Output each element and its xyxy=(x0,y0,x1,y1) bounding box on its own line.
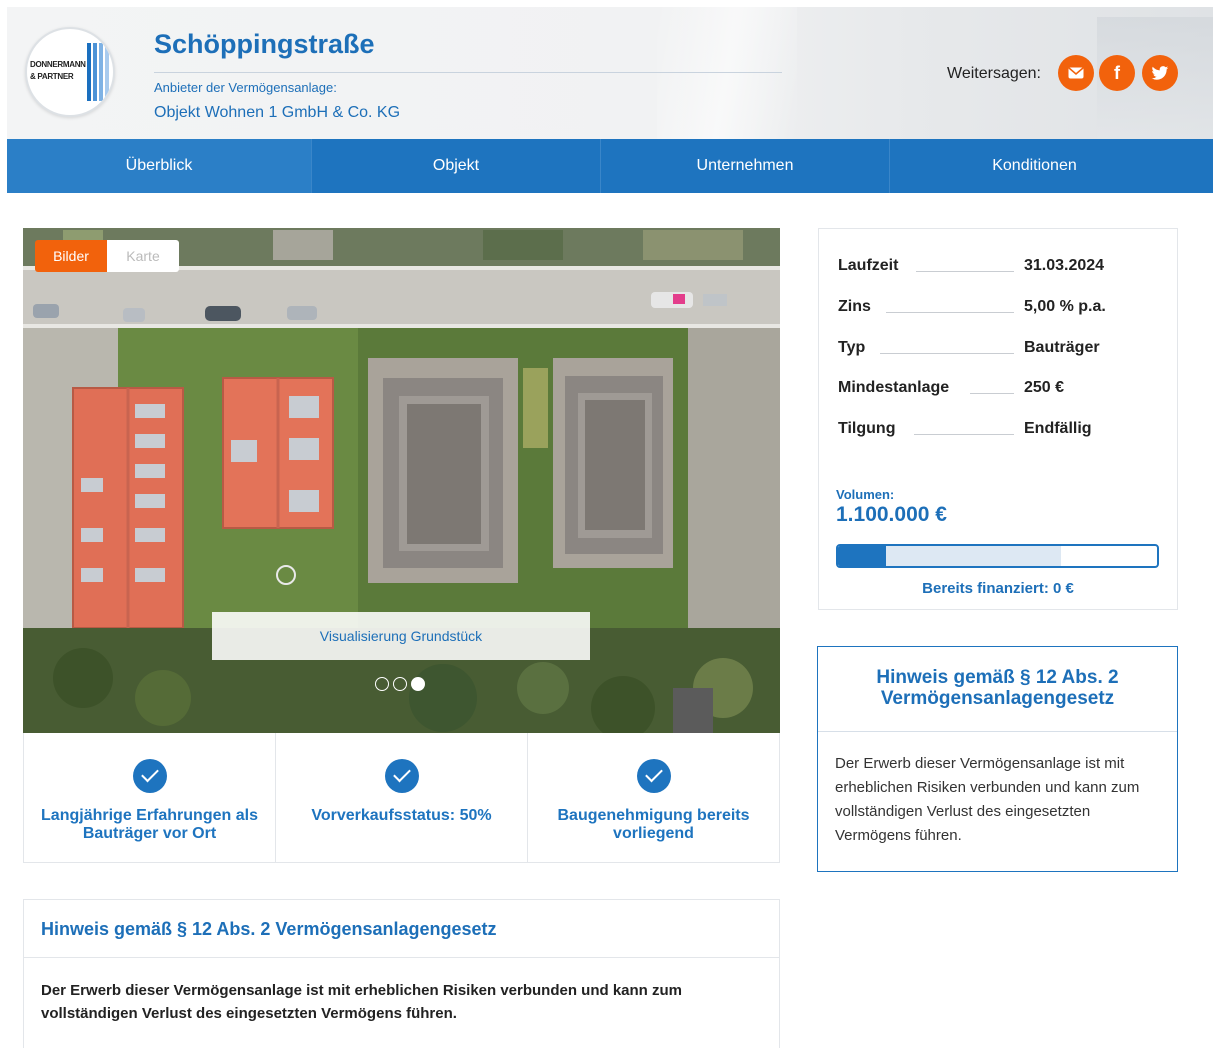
feature-item: Langjährige Erfahrungen als Bauträger vo… xyxy=(24,733,276,862)
feature-item: Baugenehmigung bereits vorliegend xyxy=(528,733,779,862)
tab-karte[interactable]: Karte xyxy=(107,240,179,272)
slide-indicators xyxy=(375,677,425,691)
company-logo[interactable]: DONNERMANN & PARTNER xyxy=(25,27,115,117)
term-value: 31.03.2024 xyxy=(1024,257,1105,274)
volume-value: 1.100.000 € xyxy=(836,503,947,526)
term-leader-line xyxy=(880,353,1014,354)
provider-name: Objekt Wohnen 1 GmbH & Co. KG xyxy=(154,104,401,121)
logo-bars-icon xyxy=(87,43,111,101)
image-gallery[interactable]: Bilder Karte Visualisierung Grundstück xyxy=(23,228,780,733)
share-label: Weitersagen: xyxy=(947,65,1041,82)
tab-bilder[interactable]: Bilder xyxy=(35,240,107,272)
sidebar-notice-body: Der Erwerb dieser Vermögensanlage ist mi… xyxy=(835,755,1140,844)
funding-progress-bar xyxy=(836,544,1159,568)
twitter-icon[interactable] xyxy=(1142,55,1178,91)
term-leader-line xyxy=(914,434,1014,435)
term-label: Typ xyxy=(838,339,866,357)
term-value: Endfällig xyxy=(1024,420,1092,437)
feature-text: Langjährige Erfahrungen als Bauträger vo… xyxy=(41,807,258,842)
term-label: Tilgung xyxy=(838,420,896,438)
term-value: 5,00 % p.a. xyxy=(1024,298,1106,315)
feature-text: Baugenehmigung bereits vorliegend xyxy=(557,807,750,842)
checkmark-icon xyxy=(132,759,167,793)
term-label: Mindestanlage xyxy=(838,379,950,397)
risk-notice-title: Hinweis gemäß § 12 Abs. 2 Vermögensanlag… xyxy=(24,900,779,958)
slide-dot-3-active[interactable] xyxy=(411,677,425,691)
slide-dot-1[interactable] xyxy=(375,677,389,691)
term-leader-line xyxy=(886,312,1014,313)
term-row-mindestanlage: Mindestanlage 250 € xyxy=(838,379,1158,399)
main-navigation: Überblick Objekt Unternehmen Konditionen xyxy=(7,139,1213,193)
feature-item: Vorverkaufsstatus: 50% xyxy=(276,733,528,862)
nav-tab-ueberblick[interactable]: Überblick xyxy=(7,139,312,193)
volume-label: Volumen: xyxy=(836,487,895,502)
checkmark-icon xyxy=(636,759,671,793)
nav-tab-konditionen[interactable]: Konditionen xyxy=(890,139,1179,193)
page-header: DONNERMANN & PARTNER Schöppingstraße Anb… xyxy=(7,7,1213,139)
project-title: Schöppingstraße xyxy=(154,29,375,59)
mail-icon[interactable] xyxy=(1058,55,1094,91)
image-caption: Visualisierung Grundstück xyxy=(212,612,590,660)
term-row-zins: Zins 5,00 % p.a. xyxy=(838,298,1158,318)
logo-text-line2: & PARTNER xyxy=(30,72,74,81)
facebook-icon[interactable]: f xyxy=(1099,55,1135,91)
term-row-typ: Typ Bauträger xyxy=(838,339,1158,359)
slide-dot-2[interactable] xyxy=(393,677,407,691)
investment-terms-card: Laufzeit 31.03.2024 Zins 5,00 % p.a. Typ… xyxy=(818,228,1178,610)
risk-notice-main: Hinweis gemäß § 12 Abs. 2 Vermögensanlag… xyxy=(23,899,780,1048)
nav-tab-objekt[interactable]: Objekt xyxy=(312,139,601,193)
header-background-reflection xyxy=(657,7,797,139)
provider-label: Anbieter der Vermögensanlage: xyxy=(154,80,337,95)
checkmark-icon xyxy=(384,759,419,793)
nav-tab-unternehmen[interactable]: Unternehmen xyxy=(601,139,890,193)
logo-wordmark: DONNERMANN & PARTNER xyxy=(30,59,92,83)
feature-highlights: Langjährige Erfahrungen als Bauträger vo… xyxy=(23,733,780,863)
term-leader-line xyxy=(916,271,1014,272)
risk-notice-body: Der Erwerb dieser Vermögensanlage ist mi… xyxy=(41,982,683,1022)
term-value: Bauträger xyxy=(1024,339,1100,356)
sidebar-notice-title: Hinweis gemäß § 12 Abs. 2 Vermögensanlag… xyxy=(818,647,1177,732)
progress-fill xyxy=(838,546,886,566)
term-label: Zins xyxy=(838,298,871,316)
gallery-view-toggle: Bilder Karte xyxy=(35,240,179,272)
term-leader-line xyxy=(970,393,1014,394)
logo-text-line1: DONNERMANN xyxy=(30,60,86,69)
term-value: 250 € xyxy=(1024,379,1065,396)
term-row-tilgung: Tilgung Endfällig xyxy=(838,420,1158,440)
feature-text: Vorverkaufsstatus: 50% xyxy=(311,807,492,824)
term-row-laufzeit: Laufzeit 31.03.2024 xyxy=(838,257,1158,277)
title-divider xyxy=(154,72,782,73)
term-label: Laufzeit xyxy=(838,257,899,275)
risk-notice-sidebar: Hinweis gemäß § 12 Abs. 2 Vermögensanlag… xyxy=(817,646,1178,872)
financed-amount: Bereits finanziert: 0 € xyxy=(922,580,1074,597)
